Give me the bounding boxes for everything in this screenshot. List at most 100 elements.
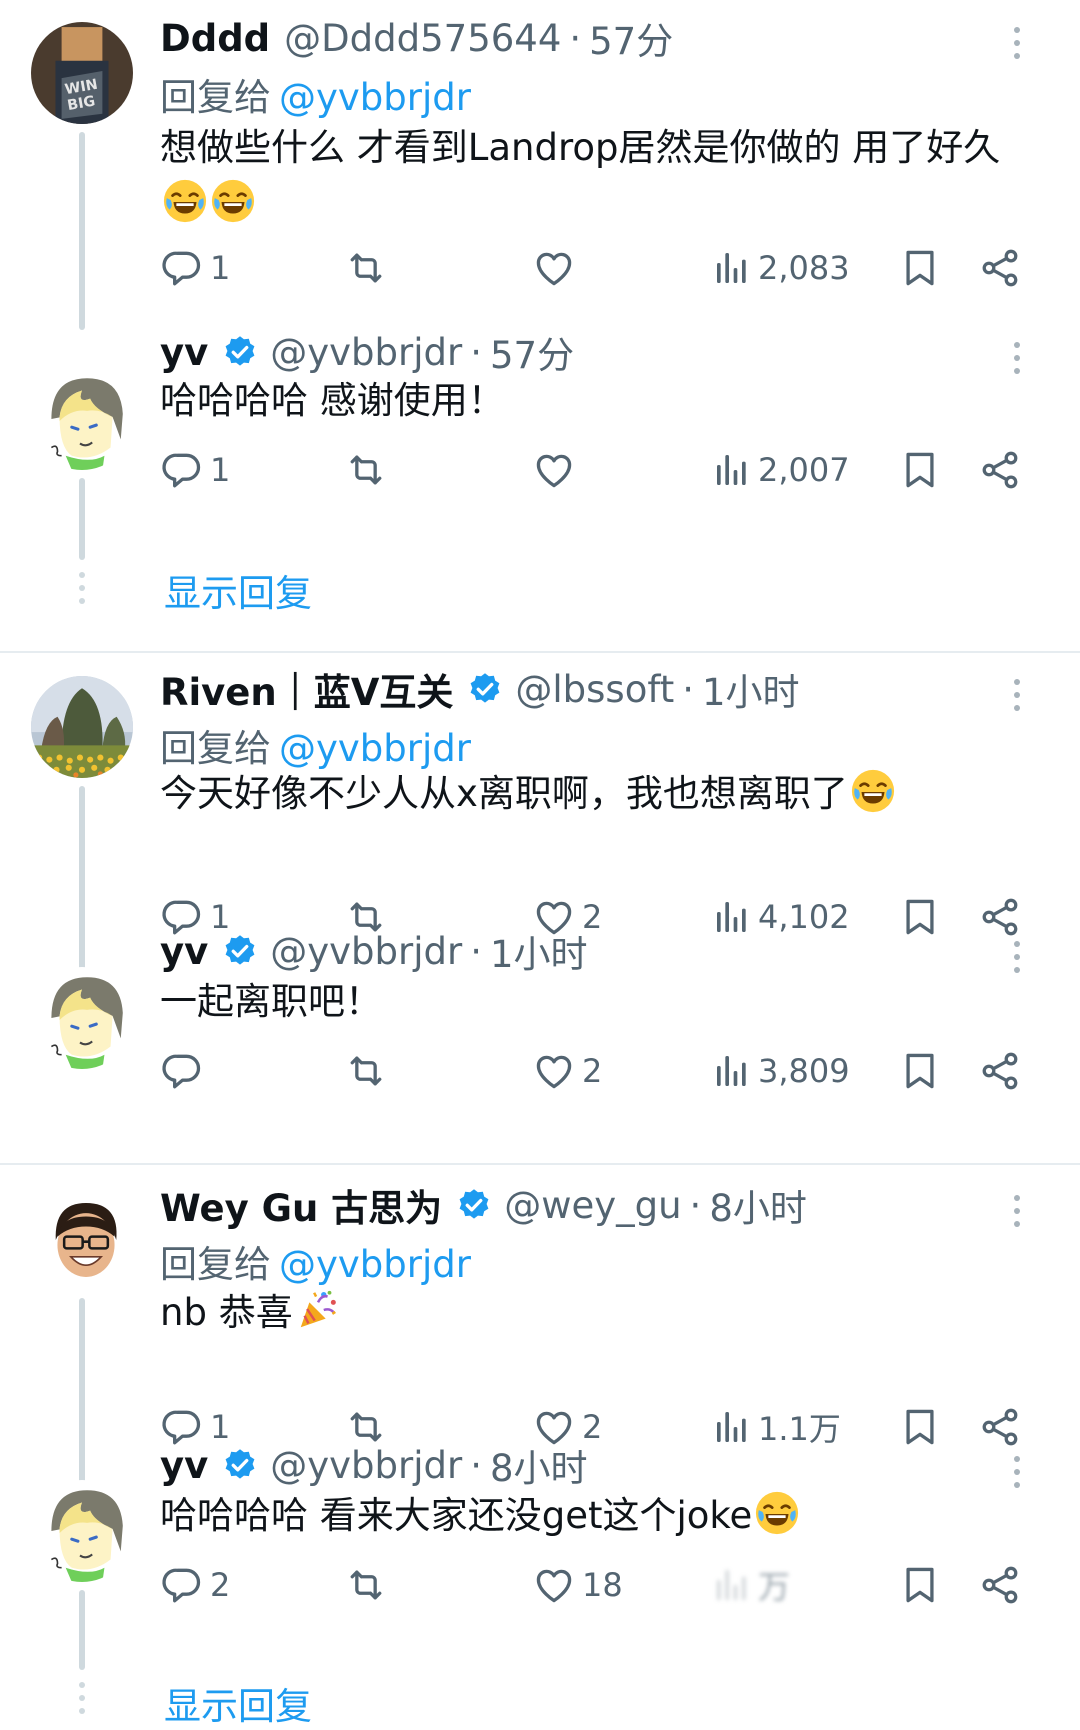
views-button[interactable]: 万 [712,1560,790,1610]
face-with-tears-of-joy-emoji [754,1490,800,1536]
tweet-text-content: 哈哈哈哈 感谢使用！ [160,379,505,422]
display-name[interactable]: yv [160,331,208,374]
reply-count: 2 [210,1566,231,1604]
avatar[interactable] [31,1480,133,1582]
share-button[interactable] [978,1560,1022,1610]
views-icon [712,248,752,288]
more-icon[interactable] [1012,25,1022,61]
timestamp[interactable]: 1小时 [702,662,800,716]
mention-link[interactable]: @yvbbrjdr [279,76,471,119]
views-icon [712,450,752,490]
reply-prefix: 回复给 [160,76,271,119]
timestamp[interactable]: 1小时 [490,924,588,978]
timestamp[interactable]: 57分 [589,11,673,65]
views-icon [712,1051,752,1091]
user-handle[interactable]: @lbssoft [515,668,674,711]
tweet-text-content: 一起离职吧！ [160,980,382,1023]
separator: · [682,667,694,711]
avatar[interactable]: WIN BIG [31,22,133,124]
user-handle[interactable]: @yvbbrjdr [270,1444,462,1487]
retweet-icon [344,1049,388,1093]
bookmark-button[interactable] [898,445,942,495]
like-count: 18 [582,1566,623,1604]
show-replies-link[interactable]: 显示回复 [164,1676,312,1730]
more-icon[interactable] [1012,939,1022,975]
separator: · [689,1183,702,1227]
retweet-icon [344,1563,388,1607]
reply-button[interactable] [160,1046,210,1096]
retweet-button[interactable] [344,445,394,495]
thread-line [79,786,85,981]
user-handle[interactable]: @wey_gu [504,1184,681,1227]
display-name[interactable]: Wey Gu 古思为 [160,1178,442,1232]
like-icon [532,1563,576,1607]
views-button[interactable]: 2,007 [712,445,850,495]
user-handle[interactable]: @Dddd575644 [284,17,561,60]
more-icon[interactable] [1012,1193,1022,1229]
action-bar: 2 18 万 [160,1560,1040,1610]
verified-badge-icon [222,933,258,969]
share-icon [978,246,1022,290]
timestamp[interactable]: 8小时 [709,1178,807,1232]
tweet-text-content: 今天好像不少人从x离职啊，我也想离职了 [160,772,848,815]
more-icon[interactable] [1012,340,1022,376]
like-button[interactable]: 18 [532,1560,623,1610]
retweet-button[interactable] [344,1560,394,1610]
timestamp[interactable]: 57分 [490,325,574,379]
more-icon[interactable] [1012,677,1022,713]
reply-button[interactable]: 2 [160,1560,230,1610]
reply-button[interactable]: 1 [160,243,230,293]
avatar[interactable] [31,676,133,778]
face-with-tears-of-joy-emoji [162,178,208,224]
face-with-tears-of-joy-emoji [210,178,256,224]
reply-icon [160,1563,204,1607]
bookmark-icon [898,1049,942,1093]
thread-line [79,1298,85,1494]
bookmark-button[interactable] [898,1560,942,1610]
retweet-button[interactable] [344,1046,394,1096]
display-name[interactable]: Dddd [160,17,270,60]
verified-badge-icon [222,334,258,370]
show-replies-link[interactable]: 显示回复 [164,563,312,617]
user-handle[interactable]: @yvbbrjdr [270,331,462,374]
retweet-icon [344,448,388,492]
mention-link[interactable]: @yvbbrjdr [279,727,471,770]
avatar[interactable] [44,1198,128,1282]
more-icon[interactable] [1012,1454,1022,1490]
tweet-header: Dddd @Dddd575644 · 57分 [160,15,990,64]
display-name[interactable]: yv [160,930,208,973]
share-button[interactable] [978,1046,1022,1096]
user-handle[interactable]: @yvbbrjdr [270,930,462,973]
share-button[interactable] [978,445,1022,495]
tweet-text-content: 哈哈哈哈 看来大家还没get这个joke [160,1494,753,1537]
like-button[interactable]: 2 [532,1046,602,1096]
display-name[interactable]: Riven｜蓝V互关 [160,662,453,716]
like-icon [532,1049,576,1093]
reply-icon [160,246,204,290]
display-name[interactable]: yv [160,1444,208,1487]
bookmark-icon [898,1563,942,1607]
reply-icon [160,448,204,492]
action-bar: 1 2,007 [160,445,1040,495]
like-button[interactable] [532,445,582,495]
tweet-header: Riven｜蓝V互关 @lbssoft · 1小时 [160,666,990,715]
tweet-text: 一起离职吧！ [160,974,1020,1030]
timestamp[interactable]: 8小时 [490,1438,588,1492]
views-button[interactable]: 2,083 [712,243,850,293]
share-icon [978,1049,1022,1093]
like-button[interactable] [532,243,582,293]
views-button[interactable]: 3,809 [712,1046,850,1096]
tweet-header: yv @yvbbrjdr · 1小时 [160,928,990,977]
bookmark-button[interactable] [898,243,942,293]
retweet-button[interactable] [344,243,394,293]
bookmark-button[interactable] [898,1046,942,1096]
separator: · [470,929,482,973]
avatar[interactable] [31,368,133,470]
reply-button[interactable]: 1 [160,445,230,495]
mention-link[interactable]: @yvbbrjdr [279,1243,471,1286]
verified-badge-icon [222,1447,258,1483]
tweet-header: yv @yvbbrjdr · 8小时 [160,1442,990,1491]
share-button[interactable] [978,243,1022,293]
reply-count: 1 [210,249,231,287]
avatar[interactable] [31,967,133,1069]
